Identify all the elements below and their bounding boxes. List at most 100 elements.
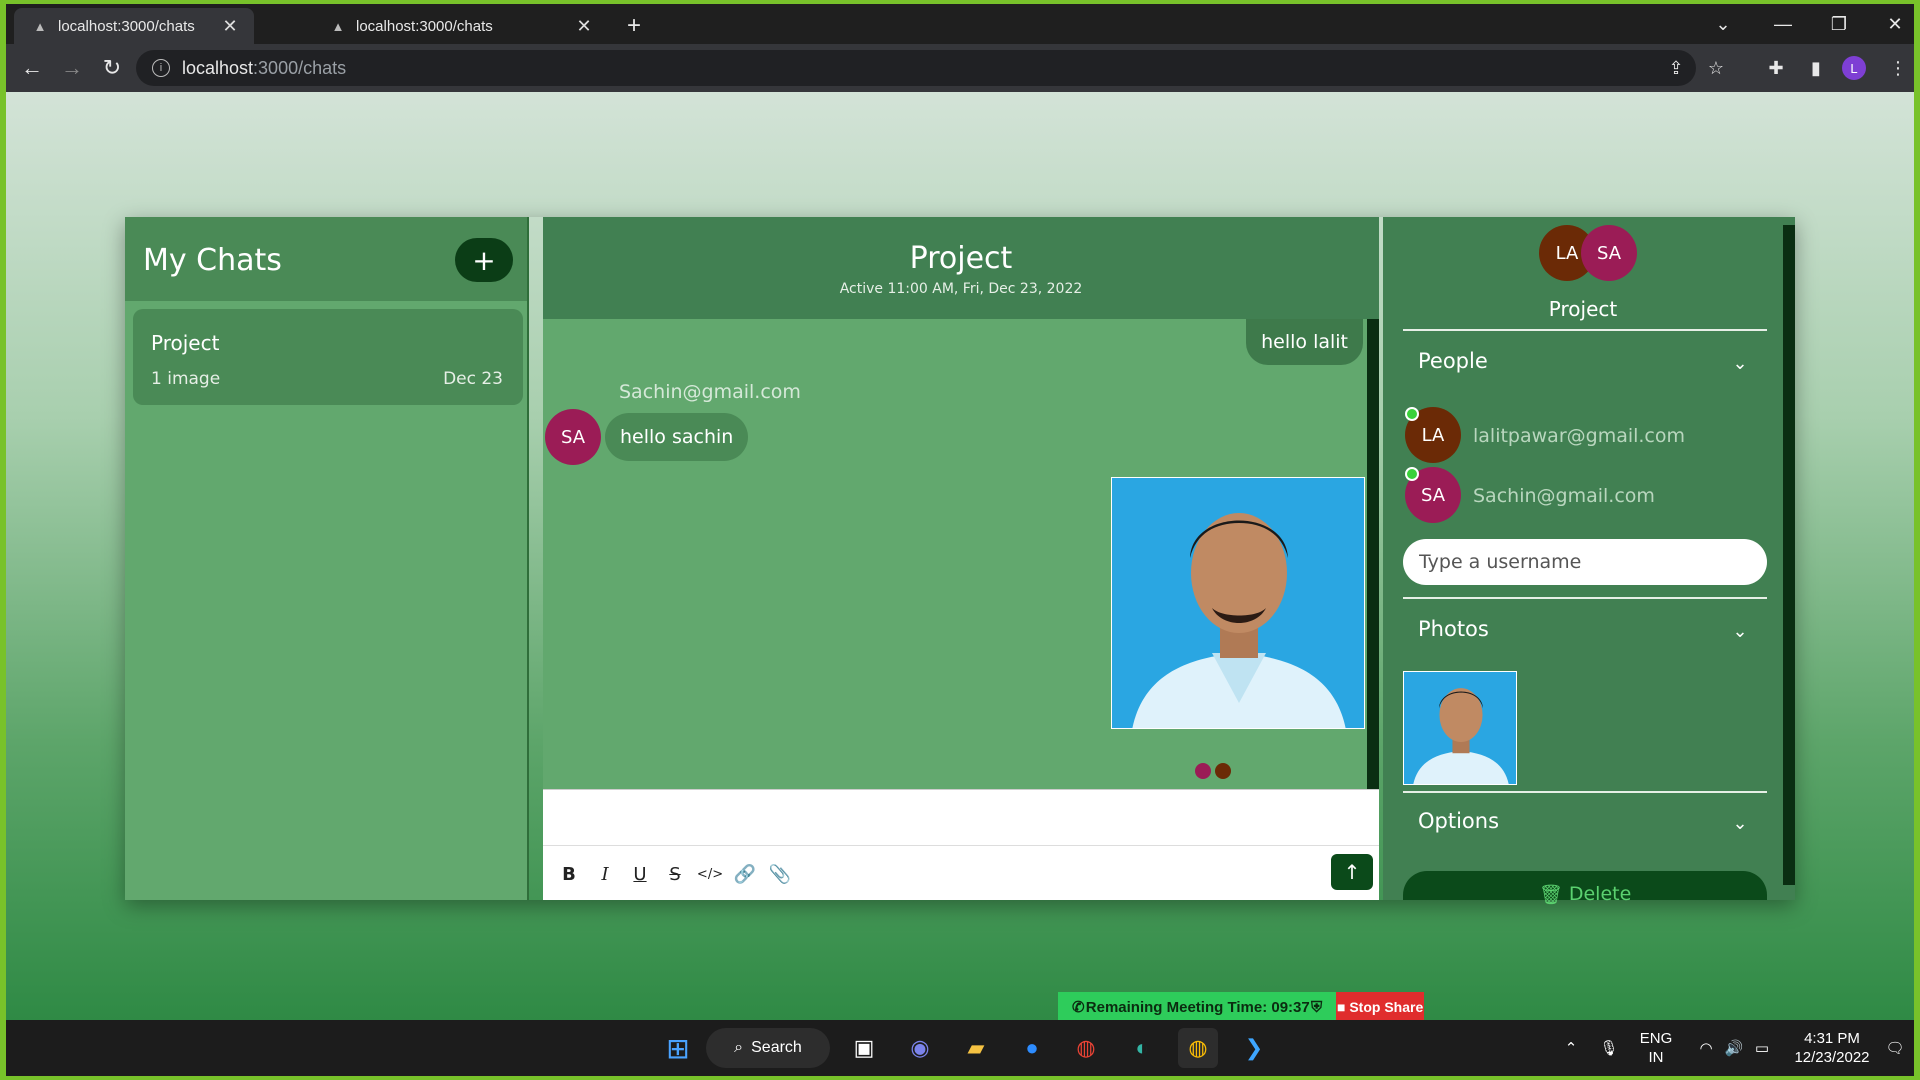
options-section-title[interactable]: Options xyxy=(1418,809,1499,833)
italic-icon[interactable]: I xyxy=(593,862,617,886)
username-search-input[interactable] xyxy=(1403,539,1767,585)
site-info-icon[interactable]: i xyxy=(152,59,170,77)
battery-icon[interactable]: ▭ xyxy=(1748,1020,1776,1076)
person-email: Sachin@gmail.com xyxy=(1473,485,1655,507)
conversation-header: Project Active 11:00 AM, Fri, Dec 23, 20… xyxy=(543,217,1379,319)
chrome-icon[interactable]: ◍ xyxy=(1066,1028,1106,1068)
file-explorer-icon[interactable]: ▰ xyxy=(956,1028,996,1068)
reload-icon[interactable]: ↻ xyxy=(96,52,128,84)
details-title: Project xyxy=(1548,297,1618,321)
new-tab-button[interactable]: + xyxy=(620,12,648,40)
code-icon[interactable]: </> xyxy=(697,862,723,886)
details-scrollbar[interactable] xyxy=(1783,225,1795,885)
chevron-down-icon[interactable]: ⌄ xyxy=(1728,619,1752,643)
person-photo-icon xyxy=(1404,672,1516,784)
vscode-icon[interactable]: ❯ xyxy=(1234,1028,1274,1068)
seen-indicator-sa xyxy=(1195,763,1211,779)
forward-icon[interactable]: → xyxy=(56,52,88,84)
send-button[interactable]: ↑ xyxy=(1331,854,1373,890)
address-bar[interactable]: i localhost:3000/chats xyxy=(136,50,1696,86)
message-scrollbar[interactable] xyxy=(1367,319,1379,789)
person-email: lalitpawar@gmail.com xyxy=(1473,425,1686,447)
browser-toolbar: ← → ↻ i localhost:3000/chats ⇪ ☆ ✚ ▮ L ⋮ xyxy=(6,44,1914,92)
divider xyxy=(1403,791,1767,793)
message-list[interactable]: hello lalit Sachin@gmail.com SA hello sa… xyxy=(543,319,1379,789)
stop-share-button[interactable]: ■ Stop Share xyxy=(1336,992,1424,1022)
zoom-meeting-bar: ✆ Remaining Meeting Time: 09:37 ⛨ ■ Stop… xyxy=(1058,992,1424,1022)
tab-search-icon[interactable]: ⌄ xyxy=(1698,4,1748,44)
taskbar-search[interactable]: ⌕ Search xyxy=(706,1028,830,1068)
close-tab-icon[interactable]: ✕ xyxy=(218,14,242,38)
chevron-down-icon[interactable]: ⌄ xyxy=(1728,351,1752,375)
strikethrough-icon[interactable]: S xyxy=(663,862,687,886)
bold-icon[interactable]: B xyxy=(557,862,581,886)
browser-window: ▲ localhost:3000/chats ✕ ▲ localhost:300… xyxy=(6,4,1914,1076)
chat-name: Project xyxy=(151,331,220,355)
message-composer: B I U S </> 🔗 📎 ↑ xyxy=(543,789,1379,900)
url-host: localhost xyxy=(182,57,254,78)
volume-icon[interactable]: 🔊 xyxy=(1720,1020,1748,1076)
photo-thumbnail[interactable] xyxy=(1403,671,1517,785)
phone-icon: ✆ xyxy=(1072,999,1085,1016)
conversation-status: Active 11:00 AM, Fri, Dec 23, 2022 xyxy=(839,281,1083,297)
delete-button[interactable]: 🗑 Delete xyxy=(1403,871,1767,906)
people-section-title[interactable]: People xyxy=(1418,349,1488,373)
tray-overflow-icon[interactable]: ⌃ xyxy=(1556,1020,1586,1076)
sidebar-title: My Chats xyxy=(143,243,282,278)
chat-list-item[interactable]: Project 1 image Dec 23 xyxy=(133,309,523,405)
url-path: :3000/chats xyxy=(253,57,347,78)
share-icon[interactable]: ⇪ xyxy=(1664,56,1688,80)
stop-icon: ■ xyxy=(1336,999,1350,1015)
taskbar: ⊞ ⌕ Search ▣ ◉ ▰ ● ◍ ◐ ◍ ❯ ⌃ 🎙 ENG IN ◠ 🔊… xyxy=(6,1020,1914,1076)
profile-avatar[interactable]: L xyxy=(1842,56,1866,80)
teams-chat-icon[interactable]: ◉ xyxy=(900,1028,940,1068)
clock-time: 4:31 PM xyxy=(1804,1030,1860,1047)
side-panel-icon[interactable]: ▮ xyxy=(1804,56,1828,80)
stop-share-label: Stop Share xyxy=(1349,999,1424,1015)
shield-icon: ⛨ xyxy=(1310,998,1323,1016)
menu-icon[interactable]: ⋮ xyxy=(1886,56,1910,80)
zoom-app-icon[interactable]: ● xyxy=(1012,1028,1052,1068)
task-view-icon[interactable]: ▣ xyxy=(844,1028,884,1068)
bookmark-star-icon[interactable]: ☆ xyxy=(1704,56,1728,80)
wifi-icon[interactable]: ◠ xyxy=(1692,1020,1720,1076)
tab-strip: ▲ localhost:3000/chats ✕ ▲ localhost:300… xyxy=(6,4,1914,44)
tab-1[interactable]: ▲ localhost:3000/chats ✕ xyxy=(14,8,254,44)
extensions-icon[interactable]: ✚ xyxy=(1764,56,1788,80)
close-tab-icon[interactable]: ✕ xyxy=(572,14,596,38)
back-icon[interactable]: ← xyxy=(16,52,48,84)
edge-icon[interactable]: ◐ xyxy=(1122,1028,1162,1068)
sender-avatar: SA xyxy=(545,409,601,465)
tab-2[interactable]: ▲ localhost:3000/chats ✕ xyxy=(312,8,608,44)
sidebar-header: My Chats + xyxy=(125,217,527,301)
chevron-down-icon[interactable]: ⌄ xyxy=(1728,811,1752,835)
lang-top: ENG xyxy=(1639,1030,1673,1047)
new-chat-button[interactable]: + xyxy=(455,238,513,282)
conversation-title: Project xyxy=(909,241,1013,276)
chrome-profile-icon[interactable]: ◍ xyxy=(1178,1028,1218,1068)
message-input[interactable] xyxy=(543,790,1379,846)
member-avatar-sa: SA xyxy=(1581,225,1637,281)
link-icon[interactable]: 🔗 xyxy=(733,862,757,886)
windows-start-icon[interactable]: ⊞ xyxy=(658,1028,698,1068)
language-indicator[interactable]: ENG IN xyxy=(1628,1020,1684,1076)
close-window-button[interactable]: ✕ xyxy=(1870,4,1914,44)
clock[interactable]: 4:31 PM 12/23/2022 xyxy=(1784,1020,1880,1076)
clock-date: 12/23/2022 xyxy=(1794,1049,1870,1066)
tab-title: localhost:3000/chats xyxy=(58,17,195,35)
underline-icon[interactable]: U xyxy=(628,862,652,886)
outgoing-message: hello lalit xyxy=(1246,319,1363,365)
minimize-button[interactable]: — xyxy=(1758,4,1808,44)
restore-button[interactable]: ❐ xyxy=(1814,4,1864,44)
delete-label: Delete xyxy=(1568,883,1632,905)
favicon-icon: ▲ xyxy=(331,18,345,34)
microphone-icon[interactable]: 🎙 xyxy=(1594,1020,1624,1076)
photos-section-title[interactable]: Photos xyxy=(1418,617,1489,641)
meeting-timer: ✆ Remaining Meeting Time: 09:37 ⛨ xyxy=(1058,992,1337,1022)
image-message[interactable] xyxy=(1111,477,1365,729)
notifications-icon[interactable]: 🗨 xyxy=(1880,1020,1910,1076)
attach-icon[interactable]: 📎 xyxy=(768,862,792,886)
search-icon: ⌕ xyxy=(734,1039,744,1056)
incoming-message: hello sachin xyxy=(605,413,749,461)
search-label: Search xyxy=(751,1039,802,1056)
